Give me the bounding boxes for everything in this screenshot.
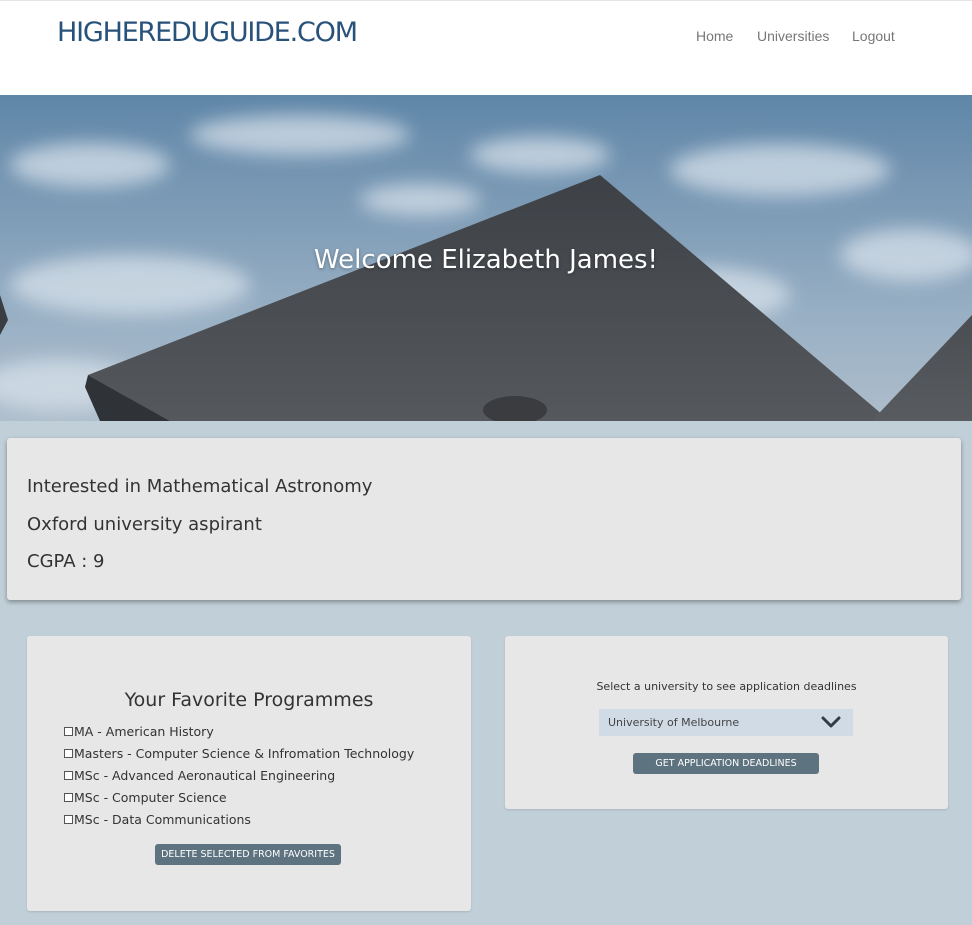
list-item: MA - American History — [64, 720, 414, 742]
nav-logout-link[interactable]: Logout — [852, 28, 895, 44]
university-select-value: University of Melbourne — [608, 716, 740, 729]
profile-card: Interested in Mathematical Astronomy Oxf… — [7, 438, 961, 600]
favorite-label: MSc - Data Communications — [74, 811, 251, 827]
favorite-label: MSc - Advanced Aeronautical Engineering — [74, 767, 336, 783]
get-deadlines-button[interactable]: GET APPLICATION DEADLINES — [633, 753, 819, 774]
list-item: Masters - Computer Science & Infromation… — [64, 742, 414, 764]
favorite-checkbox[interactable] — [64, 792, 73, 802]
delete-favorites-button[interactable]: DELETE SELECTED FROM FAVORITES — [155, 844, 341, 865]
list-item: MSc - Computer Science — [64, 786, 414, 808]
nav-home-link[interactable]: Home — [696, 28, 733, 44]
profile-aspiration: Oxford university aspirant — [27, 514, 262, 535]
deadlines-panel: Select a university to see application d… — [505, 636, 948, 809]
favorite-label: MA - American History — [74, 723, 214, 739]
favorites-list: MA - American History Masters - Computer… — [64, 720, 414, 830]
welcome-heading: Welcome Elizabeth James! — [314, 245, 658, 275]
favorite-label: MSc - Computer Science — [74, 789, 227, 805]
list-item: MSc - Advanced Aeronautical Engineering — [64, 764, 414, 786]
site-logo[interactable]: HIGHEREDUGUIDE.COM — [57, 17, 358, 48]
favorite-label: Masters - Computer Science & Infromation… — [74, 745, 415, 761]
profile-cgpa: CGPA : 9 — [27, 551, 105, 572]
nav-universities-link[interactable]: Universities — [757, 28, 829, 44]
list-item: MSc - Data Communications — [64, 808, 414, 830]
favorite-checkbox[interactable] — [64, 748, 73, 758]
favorite-checkbox[interactable] — [64, 726, 73, 736]
university-select[interactable]: University of Melbourne — [599, 709, 853, 736]
profile-interest: Interested in Mathematical Astronomy — [27, 476, 373, 497]
favorite-checkbox[interactable] — [64, 770, 73, 780]
favorite-checkbox[interactable] — [64, 814, 73, 824]
deadlines-prompt: Select a university to see application d… — [596, 680, 857, 693]
site-header: HIGHEREDUGUIDE.COM Home Universities Log… — [0, 0, 972, 95]
favorites-title: Your Favorite Programmes — [124, 689, 374, 711]
hero-banner: Welcome Elizabeth James! — [0, 95, 972, 421]
favorites-panel: Your Favorite Programmes MA - American H… — [27, 636, 471, 911]
chevron-down-icon — [821, 716, 841, 728]
